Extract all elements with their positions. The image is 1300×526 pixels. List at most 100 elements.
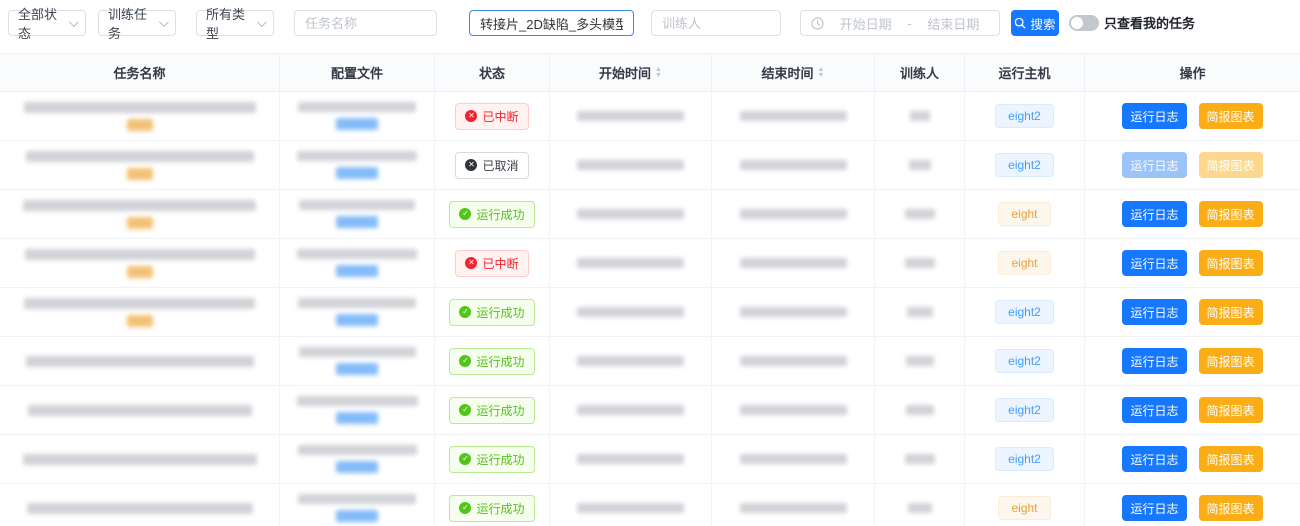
trainer-input[interactable]: [652, 11, 780, 35]
report-chart-button[interactable]: 简报图表: [1199, 446, 1263, 472]
actions-cell: 运行日志简报图表: [1085, 141, 1300, 189]
config-download-link[interactable]: [336, 314, 378, 326]
config-download-link[interactable]: [336, 510, 378, 522]
run-log-button[interactable]: 运行日志: [1122, 446, 1186, 472]
date-separator: -: [907, 16, 911, 31]
run-log-button[interactable]: 运行日志: [1122, 348, 1186, 374]
host-tag: eight: [998, 251, 1050, 275]
config-download-link[interactable]: [336, 412, 378, 424]
config-download-link[interactable]: [336, 167, 378, 179]
host-tag: eight2: [995, 104, 1054, 128]
run-log-button[interactable]: 运行日志: [1122, 201, 1186, 227]
report-chart-button[interactable]: 简报图表: [1199, 250, 1263, 276]
task-name-input[interactable]: [295, 11, 436, 35]
table-row: ✕已取消eight2运行日志简报图表: [0, 141, 1300, 190]
config-download-link[interactable]: [336, 461, 378, 473]
report-chart-button[interactable]: 简报图表: [1199, 299, 1263, 325]
config-download-link[interactable]: [336, 265, 378, 277]
keyword-input[interactable]: [470, 11, 633, 35]
check-circle-icon: ✓: [459, 502, 471, 514]
redacted-config-name: [299, 347, 416, 357]
redacted-end-time: [740, 160, 847, 170]
type-filter-select[interactable]: 所有类型: [196, 10, 274, 36]
redacted-config-name: [297, 396, 418, 406]
redacted-start-time: [577, 111, 684, 121]
table-row: ✕已中断 eight2 运行日志简报图表: [0, 92, 1300, 141]
report-chart-button[interactable]: 简报图表: [1199, 397, 1263, 423]
toggle-knob: [1071, 17, 1083, 29]
config-file-cell: [280, 337, 435, 385]
redacted-config-name: [298, 445, 417, 455]
config-download-link[interactable]: [336, 363, 378, 375]
host-cell: eight2: [965, 141, 1085, 189]
chevron-down-icon: [159, 17, 169, 27]
table-body: ✕已中断eight2运行日志简报图表✕已取消eight2运行日志简报图表✓运行成…: [0, 92, 1300, 526]
config-file-cell: [280, 484, 435, 526]
clock-icon: [811, 17, 824, 30]
status-cell: ✕已中断: [435, 239, 550, 287]
redacted-end-time: [740, 111, 847, 121]
run-log-button[interactable]: 运行日志: [1122, 299, 1186, 325]
redacted-trainer-name: [910, 111, 930, 121]
actions-cell: 运行日志简报图表: [1085, 288, 1300, 336]
status-filter-select[interactable]: 全部状态: [8, 10, 86, 36]
start-time-cell: [550, 92, 712, 140]
host-cell: eight2: [965, 288, 1085, 336]
run-log-button[interactable]: 运行日志: [1122, 152, 1186, 178]
status-badge: ✓运行成功: [449, 446, 534, 473]
report-chart-button[interactable]: 简报图表: [1199, 201, 1263, 227]
my-tasks-toggle[interactable]: [1069, 15, 1099, 31]
col-header-end-time[interactable]: 结束时间 ▲▼: [712, 54, 875, 91]
report-chart-button[interactable]: 简报图表: [1199, 152, 1263, 178]
redacted-end-time: [740, 405, 847, 415]
config-download-link[interactable]: [336, 216, 378, 228]
col-header-actions: 操作: [1085, 54, 1300, 91]
search-icon: [1014, 17, 1026, 29]
report-chart-button[interactable]: 简报图表: [1199, 348, 1263, 374]
run-log-button[interactable]: 运行日志: [1122, 397, 1186, 423]
sort-icon[interactable]: ▲▼: [818, 67, 825, 78]
search-button[interactable]: 搜索: [1011, 10, 1059, 36]
config-file-cell: [280, 288, 435, 336]
config-download-link[interactable]: [336, 118, 378, 130]
table-row: ✓运行成功eight运行日志简报图表: [0, 190, 1300, 239]
end-date-placeholder[interactable]: 结束日期: [918, 14, 989, 33]
redacted-config-name: [297, 151, 417, 161]
redacted-start-time: [577, 454, 684, 464]
close-circle-icon: ✕: [465, 257, 477, 269]
type-filter-value: 所有类型: [206, 4, 257, 42]
redacted-config-name: [298, 494, 416, 504]
host-tag: eight2: [995, 447, 1054, 471]
status-filter-value: 全部状态: [18, 4, 69, 42]
redacted-task-name: [25, 249, 255, 260]
redacted-end-time: [740, 356, 847, 366]
date-range-picker[interactable]: 开始日期 - 结束日期: [800, 10, 1000, 36]
sort-icon[interactable]: ▲▼: [655, 67, 662, 78]
status-badge: ✕已中断: [455, 103, 528, 130]
end-time-cell: [712, 288, 875, 336]
task-type-tag: [127, 266, 153, 278]
actions-cell: 运行日志简报图表: [1085, 386, 1300, 434]
col-header-trainer: 训练人: [875, 54, 965, 91]
actions-cell: 运行日志简报图表: [1085, 92, 1300, 140]
redacted-task-name: [24, 102, 256, 113]
actions-cell: 运行日志简报图表: [1085, 239, 1300, 287]
run-log-button[interactable]: 运行日志: [1122, 103, 1186, 129]
host-tag: eight: [998, 496, 1050, 520]
start-time-cell: [550, 141, 712, 189]
col-header-start-time[interactable]: 开始时间 ▲▼: [550, 54, 712, 91]
report-chart-button[interactable]: 简报图表: [1199, 103, 1263, 129]
host-tag: eight2: [995, 300, 1054, 324]
host-tag: eight2: [995, 398, 1054, 422]
start-date-placeholder[interactable]: 开始日期: [830, 14, 901, 33]
host-tag: eight2: [995, 349, 1054, 373]
run-log-button[interactable]: 运行日志: [1122, 250, 1186, 276]
filter-bar: 全部状态 训练任务 所有类型 开始日期 - 结束日期 搜索 只查看我的任务: [0, 0, 1300, 53]
report-chart-button[interactable]: 简报图表: [1199, 495, 1263, 521]
run-log-button[interactable]: 运行日志: [1122, 495, 1186, 521]
host-cell: eight2: [965, 386, 1085, 434]
check-circle-icon: ✓: [459, 404, 471, 416]
category-filter-select[interactable]: 训练任务: [98, 10, 176, 36]
end-time-cell: [712, 435, 875, 483]
end-time-cell: [712, 141, 875, 189]
